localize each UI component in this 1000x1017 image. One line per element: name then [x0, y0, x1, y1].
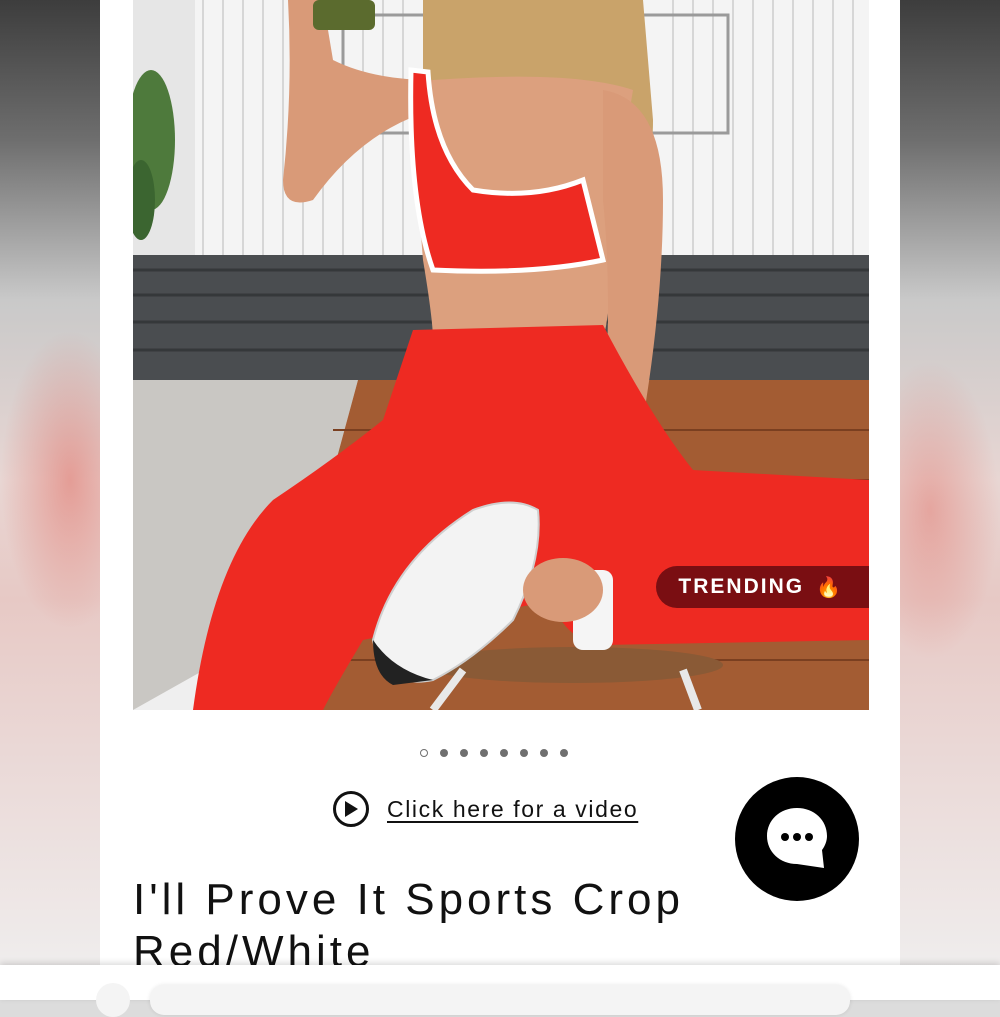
bottom-action-button[interactable]: [96, 983, 130, 1017]
gallery-pagination: [420, 749, 568, 757]
trending-badge: TRENDING 🔥: [656, 566, 869, 608]
product-image[interactable]: TRENDING 🔥: [133, 0, 869, 710]
gallery-dot[interactable]: [500, 749, 508, 757]
trending-label: TRENDING: [678, 575, 805, 598]
play-circle-icon: [333, 791, 369, 827]
gallery-dot[interactable]: [420, 749, 428, 757]
gallery-dot[interactable]: [520, 749, 528, 757]
product-title-line-1: I'll Prove It Sports Crop: [133, 875, 684, 924]
bottom-action-pill[interactable]: [150, 985, 850, 1015]
gallery-dot[interactable]: [540, 749, 548, 757]
gallery-dot[interactable]: [440, 749, 448, 757]
chat-bubble-icon: [767, 808, 827, 868]
gallery-dot[interactable]: [560, 749, 568, 757]
gallery-dot[interactable]: [480, 749, 488, 757]
fire-icon: 🔥: [816, 576, 843, 599]
product-card: TRENDING 🔥 Click here for a video I'll P…: [100, 0, 900, 1000]
product-title: I'll Prove It Sports Crop Red/White: [133, 874, 833, 978]
video-link-text: Click here for a video: [387, 795, 639, 822]
gallery-dot[interactable]: [460, 749, 468, 757]
video-link[interactable]: Click here for a video: [333, 791, 638, 827]
